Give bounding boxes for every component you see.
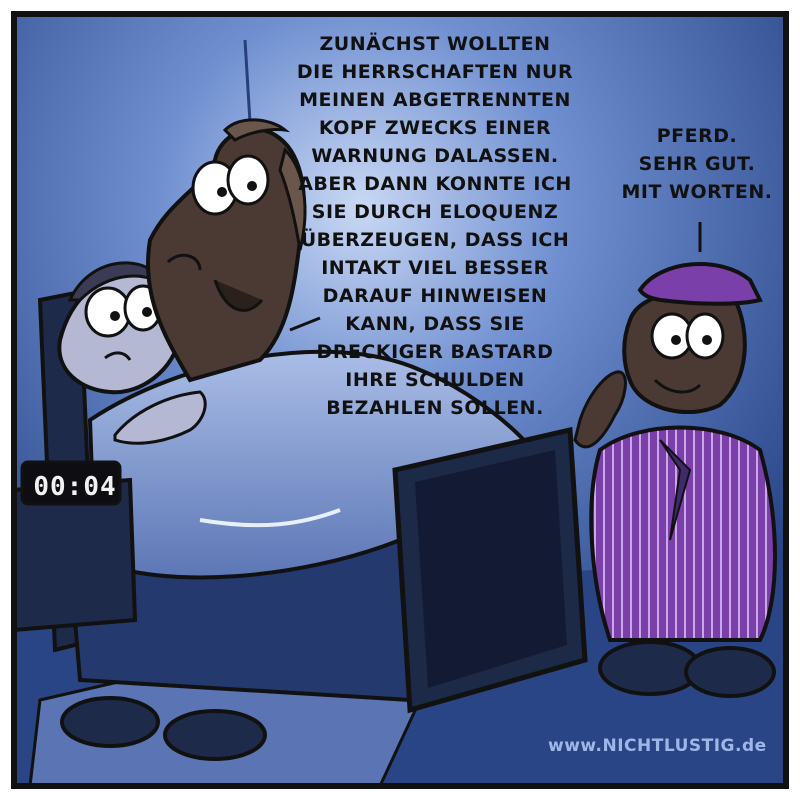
horse-speech-bubble: ZUNÄCHST WOLLTEN DIE HERRSCHAFTEN NUR ME…: [270, 30, 600, 422]
horse-speech-line: MEINEN ABGETRENNTEN: [299, 89, 571, 111]
man-speech-line: PFERD.: [656, 125, 738, 147]
horse-speech-line: DIE HERRSCHAFTEN NUR: [296, 61, 574, 83]
horse-speech-line: BEZAHLEN SOLLEN.: [326, 397, 544, 419]
horse-speech-line: ZUNÄCHST WOLLTEN: [319, 33, 551, 55]
credit-url: www.NICHTLUSTIG.de: [548, 736, 767, 756]
horse-speech-line: WARNUNG DALASSEN.: [311, 145, 559, 167]
horse-speech-line: IHRE SCHULDEN: [345, 369, 525, 391]
horse-speech-line: ABER DANN KONNTE ICH: [298, 173, 572, 195]
horse-speech-line: INTAKT VIEL BESSER: [321, 257, 549, 279]
horse-speech-line: KANN, DASS SIE: [345, 313, 525, 335]
horse-speech-line: SIE DURCH ELOQUENZ: [311, 201, 559, 223]
horse-speech-line: DRECKIGER BASTARD: [316, 341, 554, 363]
horse-speech-line: ÜBERZEUGEN, DASS ICH: [300, 229, 570, 251]
clock-display: 00:04: [33, 472, 117, 502]
horse-speech-line: DARAUF HINWEISEN: [322, 285, 548, 307]
man-speech-line: SEHR GUT.: [638, 153, 756, 175]
man-speech-line: MIT WORTEN.: [621, 181, 773, 203]
horse-speech-line: KOPF ZWECKS EINER: [318, 117, 552, 139]
man-speech-bubble: PFERD. SEHR GUT. MIT WORTEN.: [612, 122, 782, 206]
